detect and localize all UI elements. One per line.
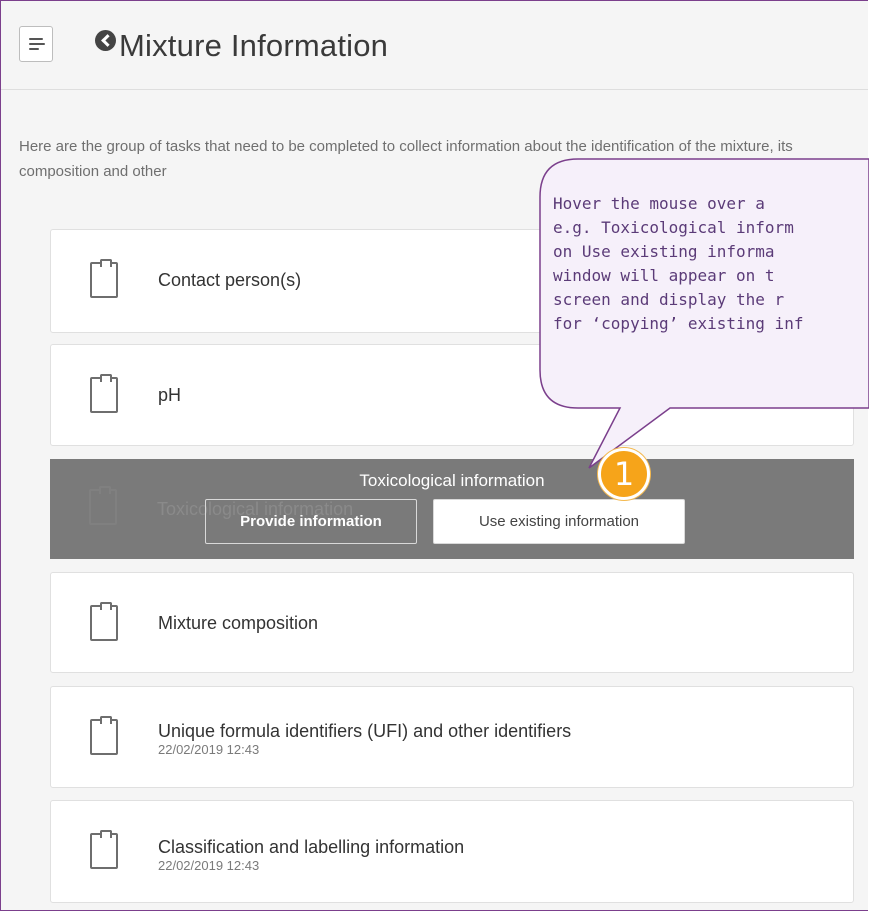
- step-number-badge: 1: [598, 448, 650, 500]
- task-card-mixture-composition[interactable]: Mixture composition: [50, 572, 854, 673]
- task-label: Unique formula identifiers (UFI) and oth…: [158, 721, 572, 741]
- menu-icon-bar: [29, 48, 39, 50]
- clipboard-icon: [90, 830, 118, 869]
- callout-text: Hover the mouse over a e.g. Toxicologica…: [553, 192, 869, 336]
- callout-line: on Use existing informa: [553, 242, 775, 261]
- intro-text: Here are the group of tasks that need to…: [19, 138, 793, 180]
- task-label: Classification and labelling information: [158, 837, 465, 857]
- callout-line: for ‘copying’ existing inf: [553, 314, 804, 333]
- clipboard-icon: [90, 716, 118, 755]
- task-card-toxicological-hover[interactable]: Toxicological information Toxicological …: [50, 459, 854, 559]
- callout-line: Hover the mouse over a: [553, 194, 765, 213]
- task-label: Contact person(s): [158, 270, 302, 290]
- task-label: Mixture composition: [158, 613, 319, 633]
- hover-title: Toxicological information: [359, 471, 545, 490]
- task-card-classification[interactable]: Classification and labelling information…: [50, 800, 854, 903]
- task-card-ph[interactable]: pH: [50, 344, 854, 446]
- task-date: 22/02/2019 12:43: [158, 742, 260, 757]
- task-card-ufi[interactable]: Unique formula identifiers (UFI) and oth…: [50, 686, 854, 788]
- task-date: 22/02/2019 12:43: [158, 858, 260, 873]
- back-arrow-icon[interactable]: [95, 30, 116, 51]
- page-title: Mixture Information: [119, 28, 389, 63]
- page-header: Mixture Information: [1, 1, 868, 90]
- callout-line: window will appear on t: [553, 266, 775, 285]
- provide-information-button[interactable]: Provide information: [205, 499, 417, 544]
- callout-line: e.g. Toxicological inform: [553, 218, 794, 237]
- clipboard-icon: [90, 374, 118, 413]
- clipboard-icon: [89, 486, 117, 525]
- task-label: pH: [158, 385, 182, 405]
- callout-line: screen and display the r: [553, 290, 785, 309]
- use-existing-information-button[interactable]: Use existing information: [433, 499, 685, 544]
- menu-button[interactable]: [19, 26, 53, 62]
- app-frame: Mixture Information Here are the group o…: [0, 0, 868, 911]
- clipboard-icon: [90, 259, 118, 298]
- menu-icon-bar: [29, 43, 45, 45]
- menu-icon: [29, 38, 43, 40]
- clipboard-icon: [90, 602, 118, 641]
